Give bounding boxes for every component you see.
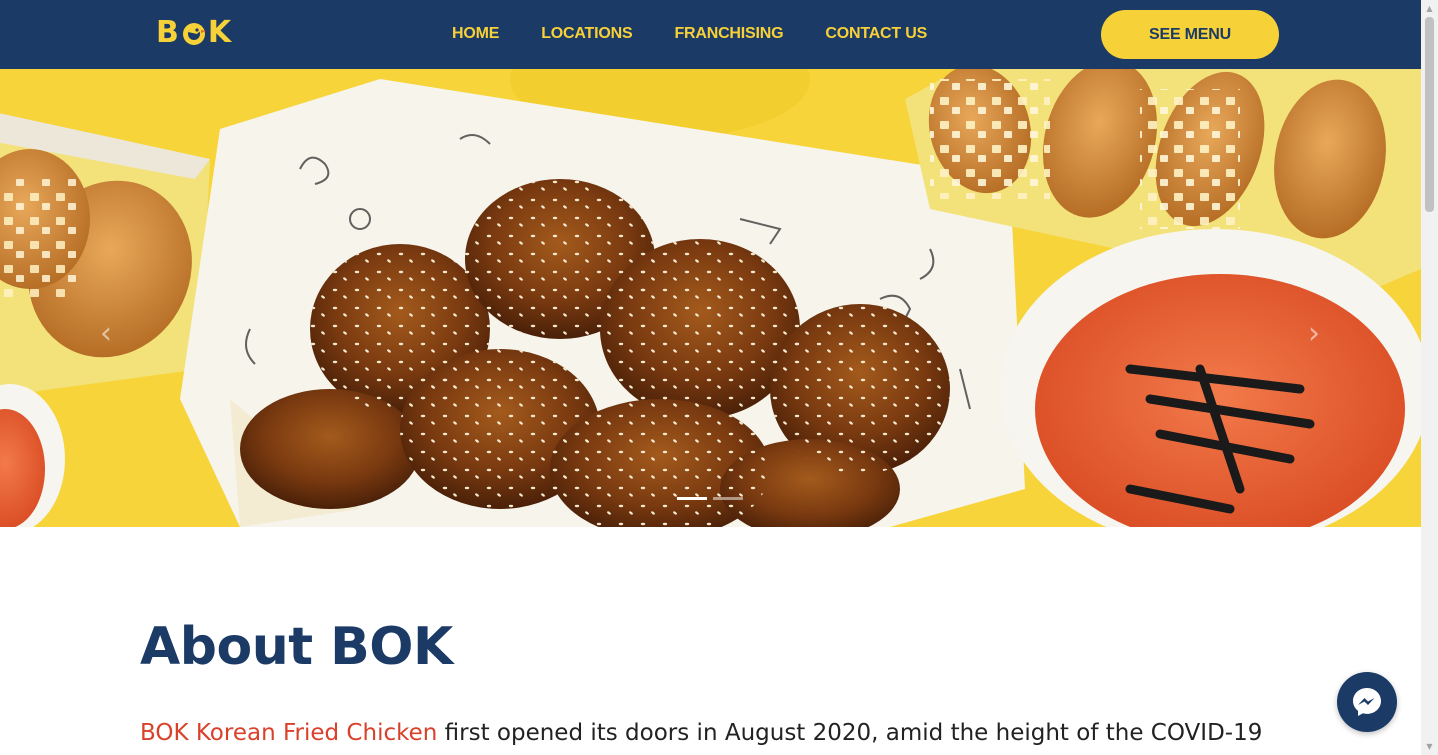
bok-logo[interactable]: B K: [156, 15, 232, 51]
page-scrollbar[interactable]: ▲ ▼: [1421, 0, 1438, 755]
about-brand-name: BOK Korean Fried Chicken: [140, 720, 438, 746]
messenger-chat-button[interactable]: [1337, 672, 1397, 732]
nav-locations[interactable]: LOCATIONS: [541, 24, 632, 44]
about-body-text: first opened its doors in August 2020, a…: [444, 720, 1263, 746]
logo-letter-k: K: [207, 15, 233, 50]
top-navbar: B K HOME LOCATIONS FRANCHISING CONTACT U…: [0, 0, 1421, 69]
carousel-next-chevron-right-icon[interactable]: ›: [1304, 319, 1324, 349]
about-heading: About BOK: [140, 617, 453, 677]
see-menu-button[interactable]: SEE MENU: [1101, 10, 1279, 59]
carousel-prev-chevron-left-icon[interactable]: ‹: [96, 319, 116, 349]
carousel-indicator-1[interactable]: [677, 497, 707, 500]
scroll-up-icon[interactable]: ▲: [1421, 0, 1438, 17]
messenger-icon: [1353, 688, 1381, 716]
hero-food-image: [0, 69, 1421, 527]
hero-carousel: ‹ ›: [0, 69, 1421, 527]
carousel-indicator-2[interactable]: [713, 497, 743, 500]
nav-home[interactable]: HOME: [452, 24, 499, 44]
about-paragraph: BOK Korean Fried Chicken first opened it…: [140, 716, 1262, 750]
nav-contact-us[interactable]: CONTACT US: [825, 24, 927, 44]
scrollbar-thumb[interactable]: [1425, 17, 1434, 212]
carousel-indicators: [677, 497, 743, 500]
logo-letter-b: B: [156, 15, 180, 50]
main-nav: HOME LOCATIONS FRANCHISING CONTACT US: [452, 24, 969, 44]
nav-franchising[interactable]: FRANCHISING: [674, 24, 783, 44]
scroll-down-icon[interactable]: ▼: [1421, 738, 1438, 755]
chick-logo-icon: [182, 23, 206, 45]
